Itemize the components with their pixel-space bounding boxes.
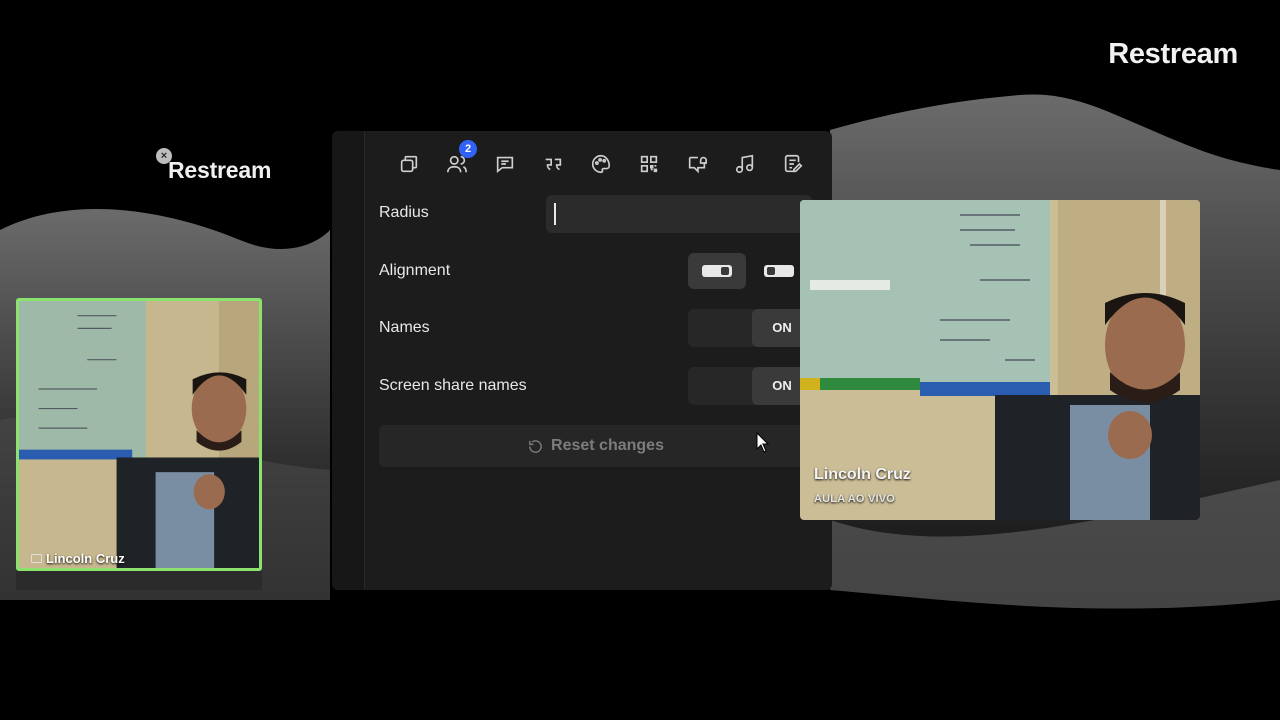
text-caret (554, 203, 556, 225)
quote-icon[interactable] (538, 149, 567, 178)
radius-input[interactable] (546, 195, 812, 233)
chat-bell-icon[interactable] (682, 149, 711, 178)
qr-code-icon[interactable] (634, 149, 663, 178)
reset-icon (529, 439, 542, 453)
reset-changes-label: Reset changes (551, 437, 664, 454)
tile-footer-strip (16, 571, 262, 590)
settings-panel: 2 Radius Alignment Names ON Screen share… (332, 131, 832, 590)
comment-icon[interactable] (490, 149, 519, 178)
mouse-cursor-icon (756, 432, 770, 453)
names-toggle[interactable]: ON (688, 309, 812, 347)
layers-icon[interactable] (394, 149, 423, 178)
camera-tile-preview[interactable]: Lincoln Cruz AULA AO VIVO (800, 200, 1200, 520)
music-icon[interactable] (730, 149, 759, 178)
monitor-icon (31, 554, 42, 563)
screen-share-names-label: Screen share names (379, 377, 527, 394)
participant-subtitle: AULA AO VIVO (814, 493, 896, 505)
names-label: Names (379, 319, 430, 336)
participant-name-label: Lincoln Cruz (31, 551, 125, 566)
participant-name: Lincoln Cruz (46, 551, 125, 566)
palette-icon[interactable] (586, 149, 615, 178)
camera-tile-active[interactable]: Lincoln Cruz (16, 298, 262, 571)
restream-scene-logo: Restream (168, 157, 272, 183)
participant-name: Lincoln Cruz (814, 466, 911, 483)
align-left-button[interactable] (688, 253, 746, 289)
align-left-icon (702, 265, 732, 277)
panel-toolbar: 2 (394, 140, 807, 178)
reset-changes-button[interactable]: Reset changes (379, 425, 812, 467)
radius-label: Radius (379, 204, 429, 221)
alignment-label: Alignment (379, 262, 451, 279)
screen-share-names-toggle[interactable]: ON (688, 367, 812, 405)
alignment-toggle-group (688, 253, 812, 289)
restream-logo-top: Restream (1108, 38, 1238, 70)
notes-edit-icon[interactable] (778, 149, 807, 178)
align-right-icon (764, 265, 794, 277)
participants-badge: 2 (459, 140, 477, 158)
panel-rail (332, 131, 365, 590)
people-icon[interactable]: 2 (442, 140, 477, 178)
camera-feed-image (19, 301, 259, 568)
